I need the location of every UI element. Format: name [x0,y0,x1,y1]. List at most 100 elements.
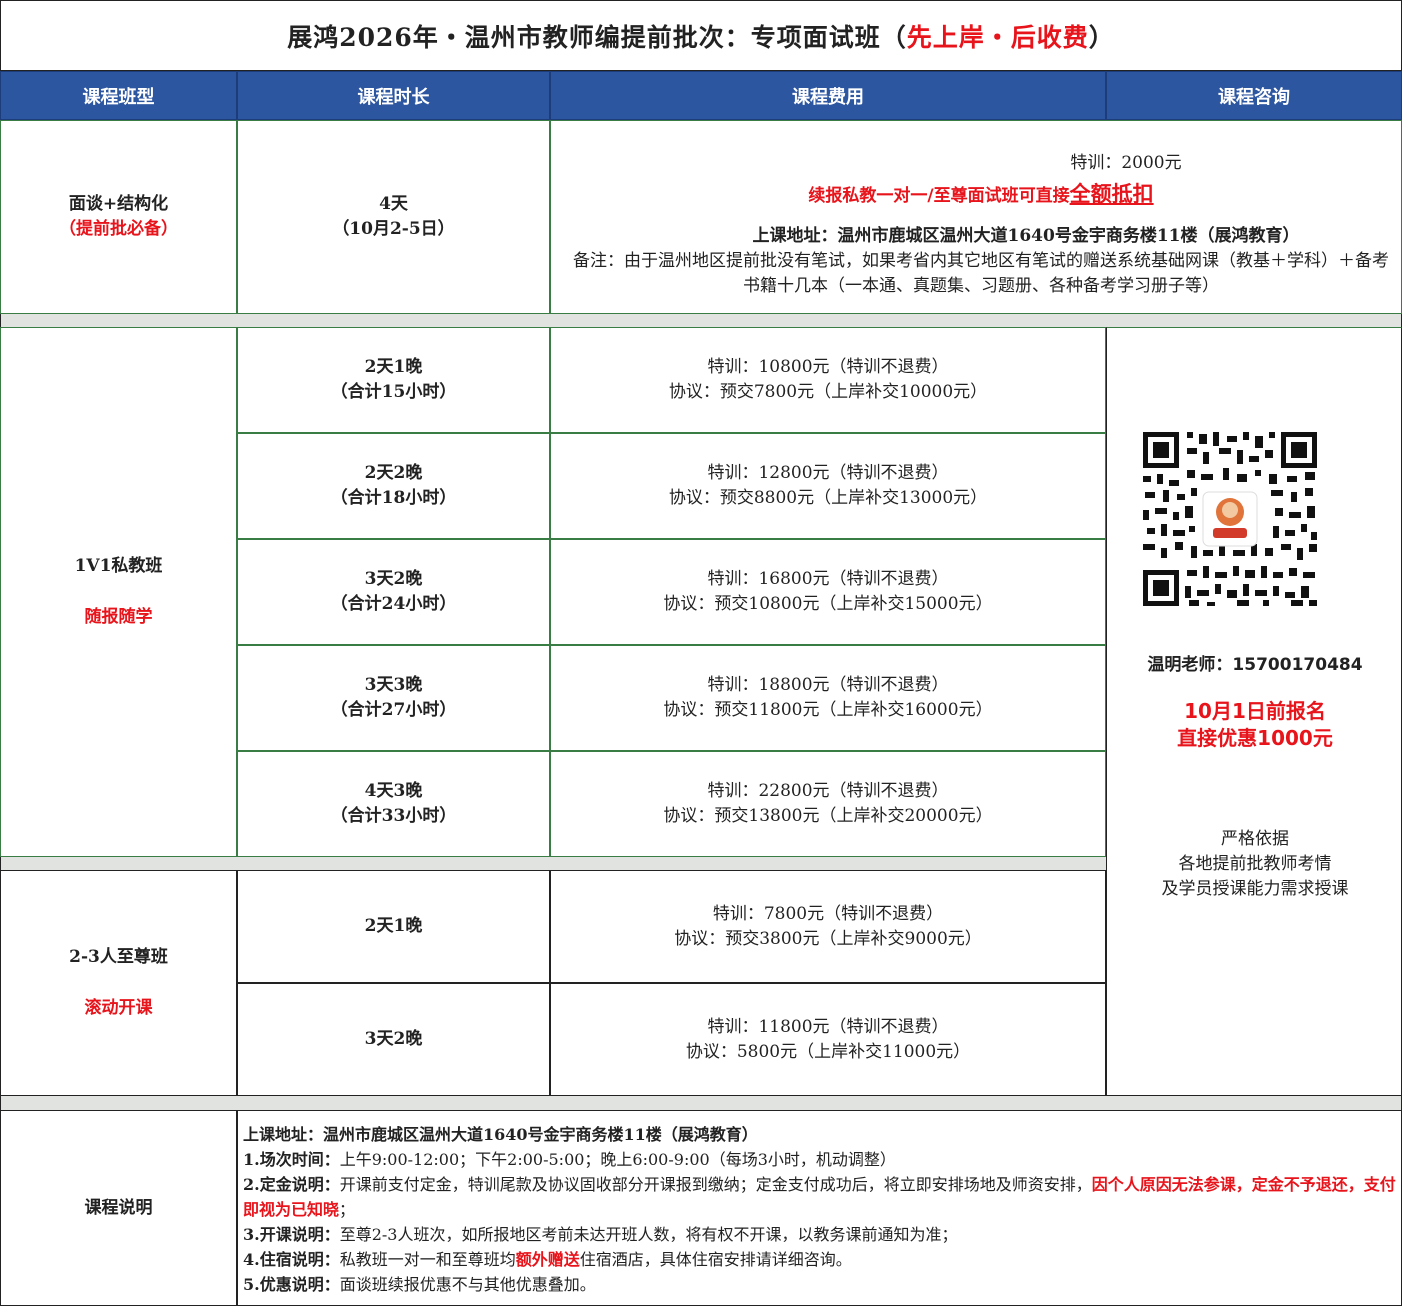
group-1v1-deal: 协议：预交13800元（上岸补交20000元） [663,806,993,826]
group-1v1-duration: 3天3晚 [364,675,423,695]
consult-offer: 10月1日前报名 直接优惠1000元 [1107,698,1402,752]
notes-item-body: 住宿酒店，具体住宿安排请详细咨询。 [579,1250,852,1269]
notes-label: 课程说明 [84,1197,153,1218]
row1-duration-note: （10月2-5日） [332,219,455,239]
group-vip-duration: 3天2晚 [364,1029,423,1049]
title-suffix: ） [1088,22,1115,52]
notes-item-3: 3.开课说明：至尊2-3人班次，如所报地区考前未达开班人数，将有权不开课，以教务… [243,1222,1401,1247]
group-1v1-type-note: 随报随学 [84,607,153,627]
group-1v1-fee-cell: 特训：18800元（特训不退费） 协议：预交11800元（上岸补交16000元） [550,645,1106,751]
group-vip-duration-cell: 2天1晚 [237,870,550,983]
page-title: 展鸿2026年・温州市教师编提前批次：专项面试班（ 先上岸・后收费） [0,0,1402,71]
notes-address: 上课地址：温州市鹿城区温州大道1640号金宇商务楼11楼（展鸿教育） [243,1125,758,1144]
course-table: 展鸿2026年・温州市教师编提前批次：专项面试班（ 先上岸・后收费） 课程班型 课… [0,0,1402,1306]
consult-teacher-phone[interactable]: 温明老师：15700170484 [1107,650,1402,675]
notes-item-body: 上午9:00-12:00；下午2:00-5:00；晚上6:00-9:00（每场3… [339,1150,896,1169]
group-1v1-type-cell: 1V1私教班 随报随学 [0,327,237,857]
group-1v1-hours: （合计27小时） [330,700,457,720]
qr-code-icon[interactable] [1141,430,1319,608]
group-1v1-duration: 4天3晚 [364,781,423,801]
group-1v1-duration-cell: 2天2晚 （合计18小时） [237,433,550,539]
group-1v1-duration: 3天2晚 [364,569,423,589]
title-prefix: 展鸿2026年・温州市教师编提前批次：专项面试班（ [287,22,907,52]
group-vip-fee: 特训：7800元（特训不退费） [712,903,944,924]
notes-item-head: 1.场次时间： [243,1150,340,1169]
notes-content: 上课地址：温州市鹿城区温州大道1640号金宇商务楼11楼（展鸿教育） 1.场次时… [237,1110,1402,1306]
group-1v1-type: 1V1私教班 [74,556,163,576]
group-1v1-hours: （合计18小时） [330,488,457,508]
notes-item-head: 4.住宿说明： [243,1250,340,1269]
group-1v1-hours: （合计24小时） [330,594,457,614]
group-1v1-deal: 协议：预交10800元（上岸补交15000元） [663,594,993,614]
group-1v1-duration-cell: 3天3晚 （合计27小时） [237,645,550,751]
header-consult: 课程咨询 [1106,71,1402,120]
group-1v1-fee: 特训：18800元（特训不退费） [707,675,949,695]
row1-fee-cell: 特训：2000元 续报私教一对一/至尊面试班可直接全额抵扣 上课地址：温州市鹿城… [550,120,1402,314]
notes-item-body: 面谈班续报优惠不与其他优惠叠加。 [339,1275,596,1294]
group-vip-fee-cell: 特训：11800元（特训不退费） 协议：5800元（上岸补交11000元） [550,983,1106,1096]
notes-item-body: 私教班一对一和至尊班均 [339,1250,516,1269]
notes-item-head: 3.开课说明： [243,1225,340,1244]
group-1v1-deal: 协议：预交7800元（上岸补交10000元） [668,382,988,402]
group-vip-deal: 协议：预交3800元（上岸补交9000元） [674,928,982,949]
row1-remark: 备注：由于温州地区提前批没有笔试，如果考省内其它地区有笔试的赠送系统基础网课（教… [573,251,1389,296]
row1-promo: 续报私教一对一/至尊面试班可直接全额抵扣 [798,180,1153,210]
group-1v1-hours: （合计33小时） [330,806,457,826]
consult-cell: 温明老师：15700170484 10月1日前报名 直接优惠1000元 严格依据… [1106,327,1402,1096]
row1-promo-highlight: 全额抵扣 [1069,181,1154,206]
group-vip-fee: 特训：11800元（特训不退费） [707,1016,949,1037]
group-1v1-fee-cell: 特训：16800元（特训不退费） 协议：预交10800元（上岸补交15000元） [550,539,1106,645]
consult-offer-line1: 10月1日前报名 [1184,699,1326,723]
group-1v1-fee: 特训：22800元（特训不退费） [707,781,949,801]
notes-item-1: 1.场次时间：上午9:00-12:00；下午2:00-5:00；晚上6:00-9… [243,1147,1401,1172]
group-1v1-deal: 协议：预交11800元（上岸补交16000元） [663,700,993,720]
row1-promo-text: 续报私教一对一/至尊面试班可直接 [808,186,1070,206]
header-duration: 课程时长 [237,71,550,120]
row1-type: 面谈+结构化 [68,194,169,214]
consult-offer-line2: 直接优惠1000元 [1177,726,1333,750]
row-separator [0,314,1402,327]
group-vip-fee-cell: 特训：7800元（特训不退费） 协议：预交3800元（上岸补交9000元） [550,870,1106,983]
group-1v1-hours: （合计15小时） [330,382,457,402]
group-1v1-fee-cell: 特训：10800元（特训不退费） 协议：预交7800元（上岸补交10000元） [550,327,1106,433]
header-fee: 课程费用 [550,71,1106,120]
title-highlight: 先上岸・后收费 [906,22,1089,52]
group-vip-type-cell: 2-3人至尊班 滚动开课 [0,870,237,1096]
row1-fee: 特训：2000元 [1070,153,1182,173]
consult-basis-line3: 及学员授课能力需求授课 [1161,879,1349,899]
row-separator [0,1096,1402,1110]
notes-item-4: 4.住宿说明：私教班一对一和至尊班均额外赠送住宿酒店，具体住宿安排请详细咨询。 [243,1247,1401,1272]
group-vip-duration: 2天1晚 [364,916,423,936]
group-vip-type: 2-3人至尊班 [69,947,168,967]
group-vip-deal: 协议：5800元（上岸补交11000元） [685,1041,971,1062]
notes-item-body: 开课前支付定金，特训尾款及协议固收部分开课报到缴纳；定金支付成功后，将立即安排场… [339,1175,1092,1194]
group-1v1-fee: 特训：16800元（特训不退费） [707,569,949,589]
group-1v1-fee: 特训：10800元（特训不退费） [707,357,949,377]
row1-type-cell: 面谈+结构化 （提前批必备） [0,120,237,314]
notes-item-5: 5.优惠说明：面谈班续报优惠不与其他优惠叠加。 [243,1272,1401,1297]
row1-address: 上课地址：温州市鹿城区温州大道1640号金宇商务楼11楼（展鸿教育） [752,226,1300,246]
group-1v1-fee-cell: 特训：22800元（特训不退费） 协议：预交13800元（上岸补交20000元） [550,751,1106,857]
group-vip-duration-cell: 3天2晚 [237,983,550,1096]
group-1v1-fee-cell: 特训：12800元（特训不退费） 协议：预交8800元（上岸补交13000元） [550,433,1106,539]
group-1v1-duration: 2天1晚 [364,357,423,377]
notes-label-cell: 课程说明 [0,1110,237,1306]
group-1v1-duration-cell: 2天1晚 （合计15小时） [237,327,550,433]
row1-duration: 4天 [379,194,408,214]
notes-item-head: 5.优惠说明： [243,1275,340,1294]
group-vip-type-note: 滚动开课 [84,998,153,1018]
notes-item-2: 2.定金说明：开课前支付定金，特训尾款及协议固收部分开课报到缴纳；定金支付成功后… [243,1172,1401,1222]
consult-basis-line2: 各地提前批教师考情 [1178,854,1332,874]
notes-item-head: 2.定金说明： [243,1175,340,1194]
row1-type-note: （提前批必备） [59,219,178,239]
group-1v1-fee: 特训：12800元（特训不退费） [707,463,949,483]
row1-duration-cell: 4天 （10月2-5日） [237,120,550,314]
consult-basis: 严格依据 各地提前批教师考情 及学员授课能力需求授课 [1107,827,1402,902]
group-1v1-deal: 协议：预交8800元（上岸补交13000元） [668,488,988,508]
notes-item-body: 至尊2-3人班次，如所报地区考前未达开班人数，将有权不开课，以教务课前通知为准； [339,1225,958,1244]
consult-basis-line1: 严格依据 [1221,829,1289,849]
notes-item-highlight: 额外赠送 [515,1250,580,1269]
group-1v1-duration: 2天2晚 [364,463,423,483]
row-separator [0,857,1106,870]
group-1v1-duration-cell: 3天2晚 （合计24小时） [237,539,550,645]
